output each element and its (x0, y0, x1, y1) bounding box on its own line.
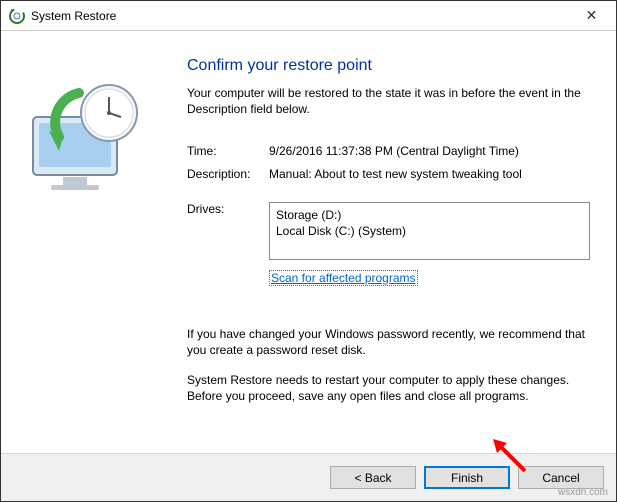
scan-affected-programs-link[interactable]: Scan for affected programs (269, 270, 418, 286)
description-row: Description: Manual: About to test new s… (187, 166, 592, 182)
system-restore-icon (9, 8, 25, 24)
drives-row: Drives: Storage (D:) Local Disk (C:) (Sy… (187, 202, 592, 260)
finish-button[interactable]: Finish (424, 466, 510, 489)
system-restore-graphic-icon (19, 77, 149, 197)
titlebar: System Restore ✕ (1, 1, 616, 31)
time-label: Time: (187, 143, 269, 159)
window-title: System Restore (31, 9, 569, 23)
intro-text: Your computer will be restored to the st… (187, 85, 592, 117)
page-heading: Confirm your restore point (187, 57, 592, 75)
drive-item: Storage (D:) (276, 207, 583, 223)
drives-list: Storage (D:) Local Disk (C:) (System) (269, 202, 590, 260)
system-restore-window: System Restore ✕ (0, 0, 617, 502)
close-button[interactable]: ✕ (569, 1, 614, 31)
drives-label: Drives: (187, 202, 269, 260)
left-column (19, 51, 169, 443)
right-column: Confirm your restore point Your computer… (187, 51, 592, 443)
dialog-body: Confirm your restore point Your computer… (1, 31, 616, 453)
back-button[interactable]: < Back (330, 466, 416, 489)
scan-link-row: Scan for affected programs (187, 270, 592, 286)
restart-note: System Restore needs to restart your com… (187, 372, 592, 404)
button-bar: < Back Finish Cancel (1, 453, 616, 501)
cancel-button[interactable]: Cancel (518, 466, 604, 489)
description-value: Manual: About to test new system tweakin… (269, 166, 592, 182)
password-note: If you have changed your Windows passwor… (187, 326, 592, 358)
time-value: 9/26/2016 11:37:38 PM (Central Daylight … (269, 143, 592, 159)
description-label: Description: (187, 166, 269, 182)
time-row: Time: 9/26/2016 11:37:38 PM (Central Day… (187, 143, 592, 159)
drive-item: Local Disk (C:) (System) (276, 223, 583, 239)
